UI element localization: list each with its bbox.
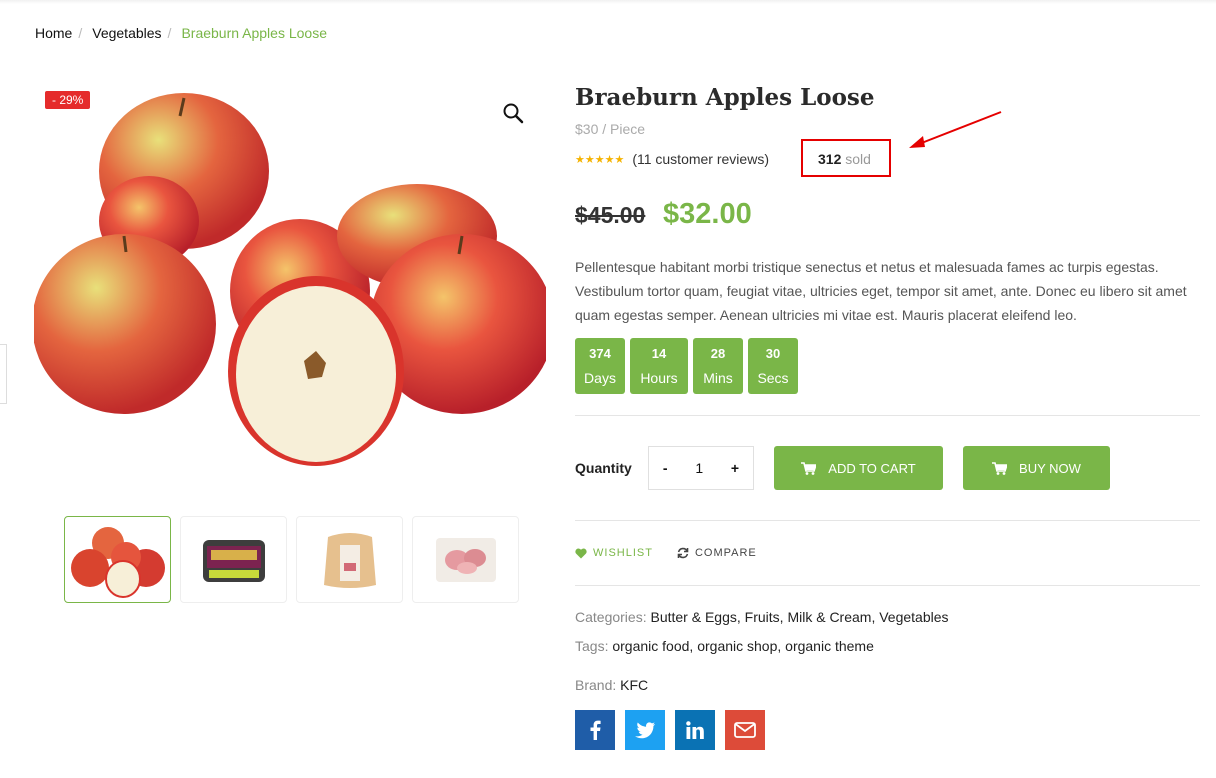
tag-link[interactable]: organic food xyxy=(612,638,689,654)
top-divider xyxy=(0,0,1216,4)
product-brand: Brand: KFC xyxy=(575,677,648,693)
quantity-decrease-button[interactable]: - xyxy=(663,460,668,476)
breadcrumb: Home / Vegetables / Braeburn Apples Loos… xyxy=(35,25,327,41)
facebook-icon xyxy=(590,720,601,740)
wishlist-link[interactable]: WISHLIST xyxy=(575,547,653,559)
countdown-secs: 30 Secs xyxy=(748,338,798,394)
countdown-label: Secs xyxy=(757,370,789,386)
old-price: $45.00 xyxy=(575,202,646,228)
countdown-label: Hours xyxy=(640,370,678,386)
wishlist-label: WISHLIST xyxy=(593,547,653,559)
discount-badge: - 29% xyxy=(45,91,91,109)
annotation-arrow-icon xyxy=(909,111,1002,148)
unit-price: $30 / Piece xyxy=(575,121,646,137)
apples-thumbnail-image xyxy=(70,526,165,598)
plums-thumbnail-image xyxy=(202,540,265,582)
reviews-link[interactable]: (11 customer reviews) xyxy=(632,151,769,167)
quantity-label: Quantity xyxy=(575,460,632,476)
search-icon[interactable] xyxy=(502,102,524,124)
category-link[interactable]: Butter & Eggs xyxy=(650,609,736,625)
tag-link[interactable]: organic shop xyxy=(697,638,777,654)
cart-icon xyxy=(801,461,817,475)
tags-label: Tags: xyxy=(575,638,609,654)
categories-label: Categories: xyxy=(575,609,647,625)
countdown-mins: 28 Mins xyxy=(693,338,743,394)
countdown-hours: 14 Hours xyxy=(630,338,688,394)
sale-price: $32.00 xyxy=(663,198,752,230)
countdown-label: Days xyxy=(584,370,616,386)
countdown-value: 374 xyxy=(589,346,611,361)
countdown-value: 14 xyxy=(651,346,667,361)
quantity-stepper: - 1 + xyxy=(648,446,754,490)
quantity-input[interactable]: 1 xyxy=(695,460,703,476)
countdown-value: 28 xyxy=(710,346,726,361)
buy-now-label: BUY NOW xyxy=(1019,460,1081,476)
thumbnail-apples[interactable] xyxy=(64,516,171,603)
brand-link[interactable]: KFC xyxy=(620,677,648,693)
thumbnail-meat[interactable] xyxy=(412,516,519,603)
brand-label: Brand: xyxy=(575,677,617,693)
breadcrumb-home-link[interactable]: Home xyxy=(35,25,72,41)
sale-countdown: 374 Days 14 Hours 28 Mins 30 Secs xyxy=(575,338,798,394)
category-link[interactable]: Milk & Cream xyxy=(787,609,871,625)
product-description: Pellentesque habitant morbi tristique se… xyxy=(575,259,1187,323)
divider xyxy=(575,415,1200,416)
thumbnail-strip xyxy=(64,516,519,603)
divider xyxy=(575,585,1200,586)
star-rating-icon: ★★★★★ xyxy=(575,153,625,166)
category-link[interactable]: Vegetables xyxy=(879,609,948,625)
twitter-icon xyxy=(635,721,655,738)
product-actions: WISHLIST COMPARE xyxy=(575,547,757,559)
category-link[interactable]: Fruits xyxy=(745,609,780,625)
breadcrumb-separator: / xyxy=(78,25,83,41)
product-categories: Categories: Butter & Eggs, Fruits, Milk … xyxy=(575,609,949,625)
thumbnail-plums[interactable] xyxy=(180,516,287,603)
tag-link[interactable]: organic theme xyxy=(785,638,874,654)
countdown-label: Mins xyxy=(703,370,733,386)
buy-now-button[interactable]: BUY NOW xyxy=(963,446,1110,490)
countdown-days: 374 Days xyxy=(575,338,625,394)
add-to-cart-label: ADD TO CART xyxy=(828,460,916,476)
cart-icon xyxy=(992,461,1008,475)
product-tags: Tags: organic food, organic shop, organi… xyxy=(575,638,874,654)
compare-link[interactable]: COMPARE xyxy=(677,547,757,559)
countdown-value: 30 xyxy=(765,346,781,361)
linkedin-share-button[interactable] xyxy=(675,710,715,750)
facebook-share-button[interactable] xyxy=(575,710,615,750)
refresh-icon xyxy=(677,547,689,559)
add-to-cart-button[interactable]: ADD TO CART xyxy=(774,446,943,490)
heart-icon xyxy=(575,548,587,558)
pork-thumbnail-image xyxy=(323,533,376,588)
divider xyxy=(575,520,1200,521)
side-panel-handle[interactable] xyxy=(0,344,7,404)
product-main-image[interactable] xyxy=(34,86,546,486)
compare-label: COMPARE xyxy=(694,547,757,559)
email-share-button[interactable] xyxy=(725,710,765,750)
breadcrumb-category-link[interactable]: Vegetables xyxy=(92,25,161,41)
rating: ★★★★★ (11 customer reviews) xyxy=(575,151,769,167)
twitter-share-button[interactable] xyxy=(625,710,665,750)
quantity-increase-button[interactable]: + xyxy=(731,460,739,476)
highlight-box xyxy=(801,139,891,177)
meat-thumbnail-image xyxy=(435,538,496,582)
thumbnail-pork[interactable] xyxy=(296,516,403,603)
breadcrumb-current: Braeburn Apples Loose xyxy=(181,25,327,41)
breadcrumb-separator: / xyxy=(167,25,172,41)
social-share xyxy=(575,710,765,750)
linkedin-icon xyxy=(686,721,704,739)
envelope-icon xyxy=(734,722,756,738)
product-title: Braeburn Apples Loose xyxy=(575,84,875,111)
